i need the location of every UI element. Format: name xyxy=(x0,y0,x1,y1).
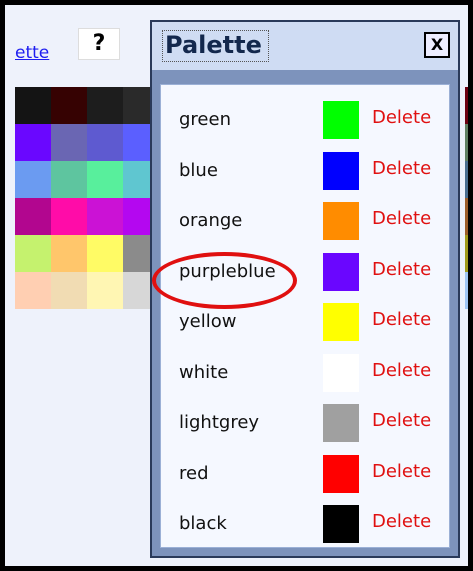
delete-button[interactable]: Delete xyxy=(372,511,431,532)
color-swatch[interactable] xyxy=(87,272,123,309)
delete-button[interactable]: Delete xyxy=(372,309,431,330)
delete-button[interactable]: Delete xyxy=(372,461,431,482)
color-swatch[interactable] xyxy=(87,124,123,161)
close-button[interactable]: X xyxy=(424,32,450,58)
color-name: green xyxy=(179,109,231,130)
palette-list: green Delete blue Delete orange Delete purpleb… xyxy=(160,84,450,548)
color-chip xyxy=(323,151,359,190)
delete-button[interactable]: Delete xyxy=(372,208,431,229)
color-chip xyxy=(323,252,359,291)
color-swatch[interactable] xyxy=(51,161,87,198)
palette-row-white: white Delete xyxy=(161,348,449,398)
color-swatch[interactable] xyxy=(465,87,468,124)
delete-button[interactable]: Delete xyxy=(372,410,431,431)
color-swatch[interactable] xyxy=(465,198,468,235)
color-swatch[interactable] xyxy=(51,235,87,272)
color-name: orange xyxy=(179,210,243,231)
color-swatch[interactable] xyxy=(87,161,123,198)
palette-row-red: red Delete xyxy=(161,449,449,499)
color-swatch[interactable] xyxy=(51,124,87,161)
delete-button[interactable]: Delete xyxy=(372,158,431,179)
color-swatch[interactable] xyxy=(465,124,468,161)
delete-button[interactable]: Delete xyxy=(372,360,431,381)
color-chip xyxy=(323,404,359,442)
color-swatch[interactable] xyxy=(51,198,87,235)
color-swatch[interactable] xyxy=(87,198,123,235)
dialog-titlebar[interactable]: Palette X xyxy=(152,22,458,70)
dialog-title: Palette xyxy=(162,30,269,62)
delete-button[interactable]: Delete xyxy=(372,259,431,280)
color-chip xyxy=(323,101,359,139)
color-swatch[interactable] xyxy=(465,272,468,309)
color-chip xyxy=(323,505,359,543)
color-name: black xyxy=(179,513,227,534)
color-swatch[interactable] xyxy=(51,272,87,309)
palette-row-green: green Delete xyxy=(161,95,449,145)
color-name: white xyxy=(179,361,229,383)
color-swatch[interactable] xyxy=(15,272,51,309)
color-chip xyxy=(323,353,359,392)
color-name: lightgrey xyxy=(179,412,260,433)
color-name: blue xyxy=(179,159,218,181)
delete-button[interactable]: Delete xyxy=(372,107,431,128)
palette-row-lightgrey: lightgrey Delete xyxy=(161,398,449,448)
color-swatch[interactable] xyxy=(87,87,123,124)
color-swatch[interactable] xyxy=(15,235,51,272)
palette-link[interactable]: ette xyxy=(15,43,49,63)
swatch-strip-right xyxy=(465,87,468,309)
color-swatch[interactable] xyxy=(15,161,51,198)
color-swatch[interactable] xyxy=(465,235,468,272)
color-swatch[interactable] xyxy=(15,198,51,235)
color-name: red xyxy=(179,462,209,484)
color-name: yellow xyxy=(179,311,237,332)
color-chip xyxy=(323,303,359,341)
palette-row-blue: blue Delete xyxy=(161,146,449,196)
palette-row-black: black Delete xyxy=(161,499,449,549)
color-chip xyxy=(323,202,359,240)
highlight-circle xyxy=(152,252,297,309)
color-swatch[interactable] xyxy=(87,235,123,272)
color-chip xyxy=(323,454,359,493)
color-swatch[interactable] xyxy=(15,87,51,124)
color-swatch[interactable] xyxy=(51,87,87,124)
help-button[interactable]: ? xyxy=(78,28,120,60)
color-swatch[interactable] xyxy=(15,124,51,161)
color-swatch[interactable] xyxy=(465,161,468,198)
palette-row-orange: orange Delete xyxy=(161,196,449,246)
